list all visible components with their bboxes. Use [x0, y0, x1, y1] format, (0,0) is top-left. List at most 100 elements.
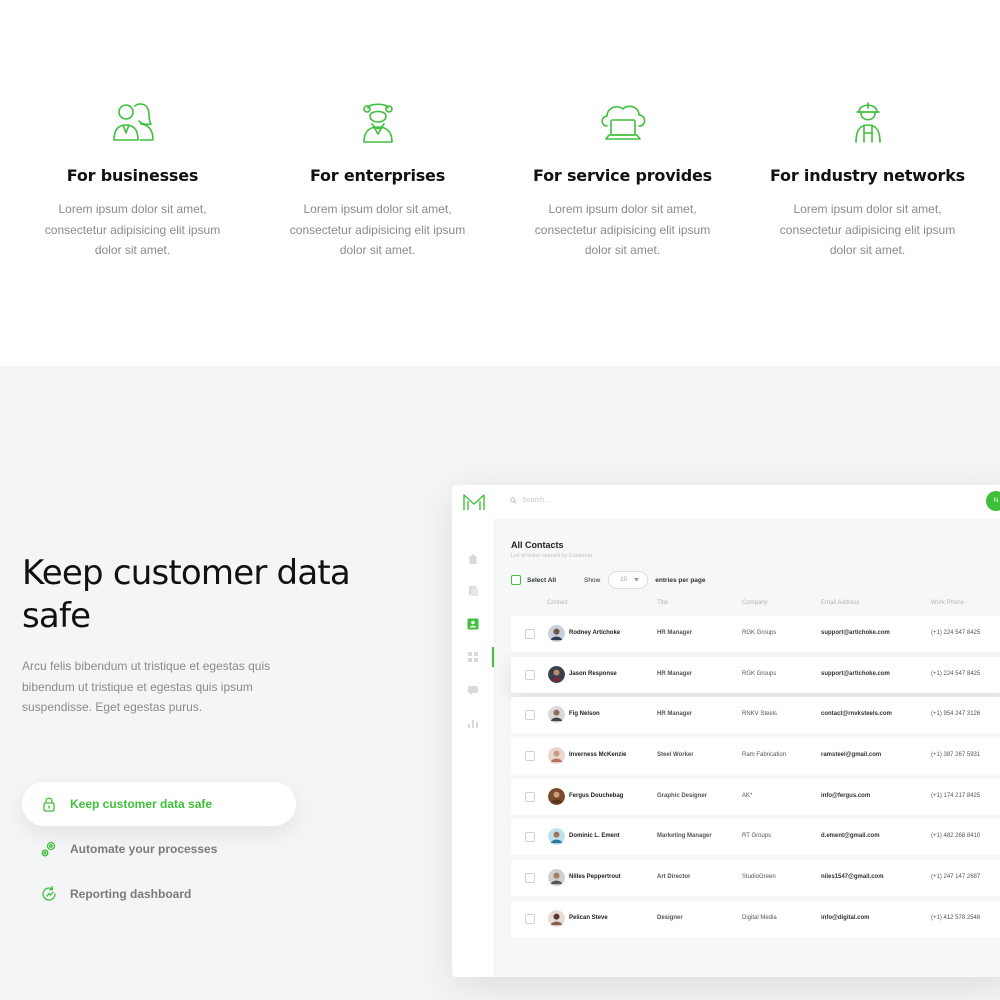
contact-name[interactable]: Pelican Steve [569, 915, 608, 921]
contact-name[interactable]: Fergus Douchebag [569, 793, 623, 799]
row-checkbox[interactable] [525, 669, 535, 680]
contact-name[interactable]: Nilles Peppertrout [569, 874, 621, 880]
table-row[interactable]: Rodney Artichoke HR Manager RGK Groups s… [511, 616, 1000, 652]
contact-title: HR Manager [657, 670, 693, 677]
documents-icon[interactable] [467, 585, 479, 597]
tab-reporting-dashboard[interactable]: Reporting dashboard [22, 872, 322, 916]
contacts-app-preview: Search ... N All Contacts List of ticket… [452, 485, 1000, 977]
contact-title: HR Manager [657, 711, 693, 718]
feature-text: Lorem ipsum dolor sit amet, consectetur … [44, 202, 221, 257]
features-section: For businesses Lorem ipsum dolor sit ame… [0, 0, 1000, 366]
row-checkbox[interactable] [525, 913, 535, 924]
data-safety-section: Keep customer data safe Arcu felis biben… [0, 366, 1000, 1000]
contact-name[interactable]: Fig Nelson [569, 711, 600, 717]
tab-automate-processes[interactable]: Automate your processes [22, 827, 322, 871]
row-checkbox[interactable] [525, 751, 535, 762]
table-row[interactable]: Pelican Steve Designer Digital Media inf… [511, 900, 1000, 937]
avatar [548, 828, 565, 846]
cloud-laptop-icon [600, 105, 645, 140]
column-header[interactable]: Title [657, 600, 668, 606]
page-subtitle: List of ticket opened by Customer [511, 553, 593, 559]
contact-title: Graphic Designer [657, 792, 708, 799]
contact-email[interactable]: support@artichoke.com [821, 630, 890, 636]
feature-businesses: For businesses Lorem ipsum dolor sit ame… [10, 100, 255, 261]
contact-phone: (+1) 954 247 3126 [931, 711, 981, 718]
row-checkbox[interactable] [525, 710, 535, 721]
contact-name[interactable]: Inverness McKenzie [569, 752, 626, 758]
row-checkbox[interactable] [525, 791, 535, 802]
contact-phone: (+1) 224 547 8425 [931, 670, 981, 677]
search-placeholder: Search ... [522, 497, 552, 504]
row-checkbox[interactable] [525, 832, 535, 843]
table-row[interactable]: Fergus Douchebag Graphic Designer AK* in… [511, 778, 1000, 815]
contact-phone: (+1) 412 578 2548 [931, 914, 981, 921]
contact-email[interactable]: niles1547@gmail.com [821, 874, 884, 880]
active-nav-indicator [492, 647, 494, 667]
page-title: All Contacts [511, 540, 564, 550]
row-checkbox[interactable] [525, 873, 535, 884]
contact-title: Steel Worker [657, 752, 694, 759]
table-row[interactable]: Inverness McKenzie Steel Worker Ram Fabr… [511, 738, 1000, 775]
table-row[interactable]: Nilles Peppertrout Art Director StudioGr… [511, 860, 1000, 897]
contact-title: HR Manager [657, 630, 693, 636]
feature-service-providers: For service provides Lorem ipsum dolor s… [500, 100, 745, 261]
search-icon [510, 497, 517, 504]
contact-company: RGK Groups [742, 670, 777, 677]
contact-email[interactable]: contact@rnvksteels.com [821, 711, 892, 717]
select-all-checkbox[interactable] [511, 575, 521, 585]
table-row[interactable]: Dominic L. Ement Marketing Manager RT Gr… [511, 819, 1000, 856]
contact-email[interactable]: d.ement@gmail.com [821, 833, 880, 839]
tab-label: Reporting dashboard [70, 887, 192, 901]
column-header[interactable]: Email Address [821, 600, 859, 606]
app-new-button[interactable]: N [986, 491, 1000, 511]
home-icon[interactable] [467, 553, 479, 565]
contact-name[interactable]: Dominic L. Ement [569, 833, 620, 839]
contact-company: RGK Groups [742, 630, 777, 636]
contact-name[interactable]: Jason Response [569, 671, 617, 677]
tab-label: Keep customer data safe [70, 797, 213, 811]
feature-enterprises: For enterprises Lorem ipsum dolor sit am… [255, 100, 500, 261]
contact-company: RT Groups [742, 833, 772, 840]
contact-title: Designer [657, 914, 683, 921]
feature-industry-networks: For industry networks Lorem ipsum dolor … [745, 100, 990, 261]
contact-company: AK* [742, 792, 753, 799]
contact-email[interactable]: info@fergus.com [821, 793, 870, 799]
feature-text: Lorem ipsum dolor sit amet, consectetur … [289, 202, 466, 257]
entries-suffix: entries per page [655, 576, 706, 584]
industry-worker-icon [854, 102, 881, 143]
contact-email[interactable]: ramsteel@gmail.com [821, 752, 881, 758]
business-people-icon [112, 103, 154, 141]
caret-down-icon [634, 578, 640, 582]
avatar [548, 869, 565, 887]
feature-text: Lorem ipsum dolor sit amet, consectetur … [534, 202, 711, 257]
grid-icon[interactable] [467, 651, 479, 663]
app-sidebar [452, 519, 495, 977]
contact-email[interactable]: support@artichoke.com [821, 671, 890, 677]
contact-name[interactable]: Rodney Artichoke [569, 630, 620, 636]
refresh-chart-icon [42, 885, 56, 901]
chart-icon[interactable] [467, 717, 479, 729]
row-checkbox[interactable] [525, 629, 535, 639]
app-search-input[interactable]: Search ... [510, 497, 552, 504]
feature-title: For businesses [66, 166, 199, 185]
column-header[interactable]: Work Phone [931, 600, 964, 606]
show-label: Show [584, 576, 601, 584]
entries-select[interactable]: 10 [608, 571, 649, 589]
contact-phone: (+1) 247 147 2687 [931, 874, 981, 881]
tab-keep-data-safe[interactable]: Keep customer data safe [22, 782, 296, 826]
column-header[interactable]: Contact [547, 600, 568, 606]
m-logo-icon [463, 494, 485, 510]
contact-company: Digital Media [742, 914, 777, 921]
table-row[interactable]: Jason Response HR Manager RGK Groups sup… [511, 656, 1000, 693]
contacts-icon[interactable] [467, 618, 479, 630]
table-row[interactable]: Fig Nelson HR Manager RNKV Steels contac… [511, 697, 1000, 734]
avatar [548, 706, 565, 724]
feature-title: For industry networks [769, 166, 966, 185]
contact-company: RNKV Steels [742, 711, 778, 718]
contact-email[interactable]: info@digital.com [821, 915, 870, 921]
contact-title: Art Director [657, 874, 691, 881]
chat-icon[interactable] [467, 684, 479, 696]
section-heading: Keep customer data safe [22, 553, 351, 636]
contact-phone: (+1) 482 268 8410 [931, 833, 981, 840]
column-header[interactable]: Company [742, 600, 768, 606]
